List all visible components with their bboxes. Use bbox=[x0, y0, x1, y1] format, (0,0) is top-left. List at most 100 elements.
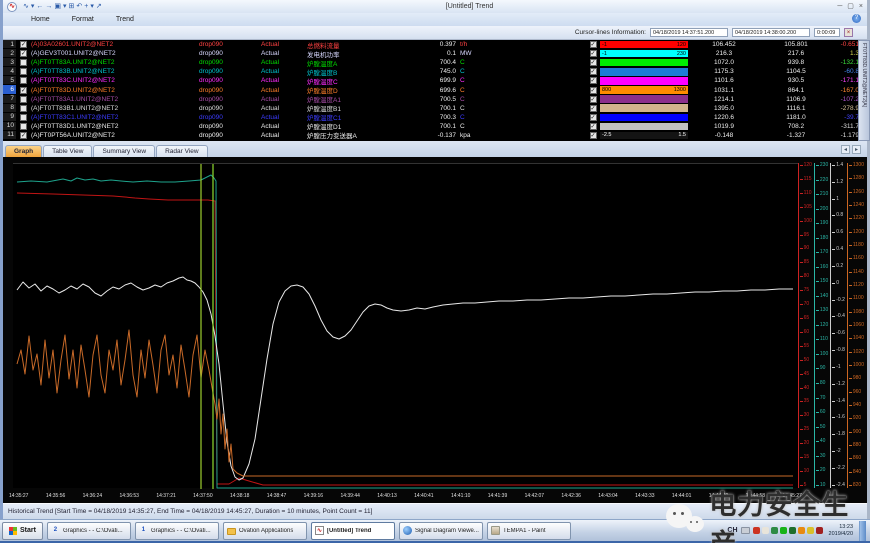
pen-row[interactable]: 6✓(A)FT0TT83D.UNIT2@NET2drop090Actual炉膛温… bbox=[3, 85, 867, 94]
axis-tick-label: 1200 bbox=[849, 230, 864, 235]
pen-unit: t/h bbox=[460, 41, 490, 48]
x-tick-label: 14:42:36 bbox=[561, 493, 580, 499]
x-tick-label: 14:37:50 bbox=[193, 493, 212, 499]
pen-row[interactable]: 9(A)FT0TT83C1.UNIT2@NET2drop090Actual炉膛温… bbox=[3, 113, 867, 122]
add-icon[interactable]: + bbox=[84, 2, 88, 11]
taskbar-app-paint[interactable]: TEMPA1 - Paint bbox=[487, 522, 571, 540]
pen-scale-bar[interactable]: 8001300 bbox=[600, 86, 688, 94]
menu-format[interactable]: Format bbox=[72, 16, 94, 23]
forward-icon[interactable]: → bbox=[45, 2, 52, 11]
cursor-pen-checkbox[interactable]: ✓ bbox=[590, 114, 597, 121]
pen-row[interactable]: 4(A)FT0TT83B.UNIT2@NET2drop090Actual炉膛温度… bbox=[3, 67, 867, 76]
pen-scale-bar[interactable]: -1120 bbox=[600, 41, 688, 49]
close-button[interactable]: × bbox=[859, 2, 863, 11]
pen-row[interactable]: 7(A)FT0TT83A1.UNIT2@NET2drop090Actual炉膛温… bbox=[3, 95, 867, 104]
pen-visibility-checkbox[interactable] bbox=[20, 68, 27, 75]
taskbar-app-num1[interactable]: 1Graphics - - C:\Ovati... bbox=[135, 522, 219, 540]
watermark-text: 电力安全生产 bbox=[709, 483, 870, 543]
axis-tick-label: 200 bbox=[816, 207, 828, 212]
pen-scale-bar[interactable] bbox=[600, 123, 688, 131]
pen-scale-bar[interactable] bbox=[600, 77, 688, 85]
export-icon[interactable]: ▣ bbox=[54, 2, 61, 11]
tab-graph[interactable]: Graph bbox=[5, 145, 42, 157]
menu-trend[interactable]: Trend bbox=[116, 16, 134, 23]
pen-scale-bar[interactable] bbox=[600, 104, 688, 112]
start-button[interactable]: Start bbox=[2, 522, 43, 540]
taskbar-app-num2[interactable]: 2Graphics - - C:\Ovati... bbox=[47, 522, 131, 540]
pen-row[interactable]: 10(A)FT0TT83D1.UNIT2@NET2drop090Actual炉膛… bbox=[3, 122, 867, 131]
restore-button[interactable]: ▢ bbox=[847, 2, 854, 11]
pen-visibility-checkbox[interactable]: ✓ bbox=[20, 41, 27, 48]
desktop: ∿ ∿▾←→▣▾⊞↶+▾↗ [Untitled] Trend ─▢× Home … bbox=[0, 0, 870, 543]
cursor-pen-checkbox[interactable]: ✓ bbox=[590, 68, 597, 75]
cursor2-value: 708.2 bbox=[760, 123, 832, 130]
tab-table-view[interactable]: Table View bbox=[43, 145, 92, 157]
dropdown-icon[interactable]: ▾ bbox=[90, 2, 94, 11]
trend-plot bbox=[13, 164, 798, 489]
tab-scroll-right-icon[interactable]: ▸ bbox=[852, 145, 861, 154]
grid-view-icon[interactable]: ⊞ bbox=[69, 2, 75, 11]
pen-visibility-checkbox[interactable]: ✓ bbox=[20, 50, 27, 57]
pen-row[interactable]: 1✓(A)03A02601.UNIT2@NET2drop090Actual总燃料… bbox=[3, 40, 867, 49]
trend-lines-icon[interactable]: ∿ bbox=[23, 2, 29, 11]
pen-scale-bar[interactable] bbox=[600, 59, 688, 67]
axis-tick-label: 1240 bbox=[849, 203, 864, 208]
x-tick-label: 14:36:53 bbox=[119, 493, 138, 499]
cursor-pen-checkbox[interactable]: ✓ bbox=[590, 50, 597, 57]
scale-max-label: 1300 bbox=[674, 87, 686, 93]
pen-row[interactable]: 2✓(A)GEV3T001.UNIT2@NET2drop090Actual发电机… bbox=[3, 49, 867, 58]
cursor-pen-checkbox[interactable]: ✓ bbox=[590, 132, 597, 139]
pen-visibility-checkbox[interactable]: ✓ bbox=[20, 132, 27, 139]
pen-scale-bar[interactable] bbox=[600, 114, 688, 122]
collapsed-panel-tab[interactable]: FT0TT83D.UNIT2@NET2[A] bbox=[858, 40, 870, 141]
pen-visibility-checkbox[interactable] bbox=[20, 77, 27, 84]
cursor-pen-checkbox[interactable]: ✓ bbox=[590, 77, 597, 84]
tab-radar-view[interactable]: Radar View bbox=[156, 145, 207, 157]
pen-scale-bar[interactable] bbox=[600, 68, 688, 76]
pen-tag: (A)FT0TT83C.UNIT2@NET2 bbox=[31, 77, 199, 84]
tab-scroll-left-icon[interactable]: ◂ bbox=[841, 145, 850, 154]
taskbar-app-trend[interactable]: ∿[Untitled] Trend bbox=[311, 522, 395, 540]
pen-row[interactable]: 3(A)FT0TT83A.UNIT2@NET2drop090Actual炉膛温度… bbox=[3, 58, 867, 67]
axis-tick-label: 230 bbox=[816, 163, 828, 168]
status-text: Historical Trend [Start Time = 04/18/201… bbox=[8, 508, 372, 515]
pen-visibility-checkbox[interactable] bbox=[20, 123, 27, 130]
pen-scale-bar[interactable] bbox=[600, 95, 688, 103]
cursor-delta-input[interactable]: 0:00:09 bbox=[814, 28, 840, 37]
plot-area[interactable] bbox=[13, 163, 798, 488]
menu-home[interactable]: Home bbox=[31, 16, 50, 23]
cursor-time-1-input[interactable]: 04/18/2019 14:37:51.200 bbox=[650, 28, 728, 37]
pen-visibility-checkbox[interactable] bbox=[20, 59, 27, 66]
pen-scale-bar[interactable]: -2.51.5 bbox=[600, 132, 688, 140]
cursor-pen-checkbox[interactable]: ✓ bbox=[590, 96, 597, 103]
pen-visibility-checkbox[interactable] bbox=[20, 105, 27, 112]
cursor-pen-checkbox[interactable]: ✓ bbox=[590, 59, 597, 66]
cursor-pen-checkbox[interactable]: ✓ bbox=[590, 105, 597, 112]
pen-visibility-checkbox[interactable] bbox=[20, 114, 27, 121]
pen-visibility-checkbox[interactable] bbox=[20, 96, 27, 103]
undo-icon[interactable]: ↶ bbox=[76, 2, 82, 11]
dropdown-icon[interactable]: ▾ bbox=[31, 2, 35, 11]
cursor-pen-checkbox[interactable]: ✓ bbox=[590, 41, 597, 48]
cursor-time-2-input[interactable]: 04/18/2019 14:38:00.200 bbox=[732, 28, 810, 37]
pen-scale-bar[interactable]: -1230 bbox=[600, 50, 688, 58]
cursor-pen-checkbox[interactable]: ✓ bbox=[590, 123, 597, 130]
minimize-button[interactable]: ─ bbox=[837, 2, 842, 11]
taskbar-app-folder[interactable]: Ovation Applications bbox=[223, 522, 307, 540]
pen-row[interactable]: 11✓(A)FT0PT56A.UNIT2@NET2drop090Actual炉膛… bbox=[3, 131, 867, 140]
axis-tick-label: 1120 bbox=[849, 283, 864, 288]
pen-row[interactable]: 5(A)FT0TT83C.UNIT2@NET2drop090Actual炉膛温度… bbox=[3, 76, 867, 85]
pen-value: 700.3 bbox=[410, 114, 460, 121]
cursor-close-button[interactable]: × bbox=[844, 28, 853, 37]
back-icon[interactable]: ← bbox=[36, 2, 43, 11]
cursor-pen-checkbox[interactable]: ✓ bbox=[590, 87, 597, 94]
pen-visibility-checkbox[interactable]: ✓ bbox=[20, 87, 27, 94]
tab-summary-view[interactable]: Summary View bbox=[93, 145, 155, 157]
help-icon[interactable]: ? bbox=[852, 14, 861, 23]
pen-value: 699.6 bbox=[410, 87, 460, 94]
taskbar-app-globe[interactable]: Signal Diagram Viewe... bbox=[399, 522, 483, 540]
dropdown-icon[interactable]: ▾ bbox=[63, 2, 67, 11]
pen-row[interactable]: 8(A)FT0TT83B1.UNIT2@NET2drop090Actual炉膛温… bbox=[3, 104, 867, 113]
app-icon-trend: ∿ bbox=[315, 526, 324, 535]
pen-tag: (A)FT0TT83A1.UNIT2@NET2 bbox=[31, 96, 199, 103]
